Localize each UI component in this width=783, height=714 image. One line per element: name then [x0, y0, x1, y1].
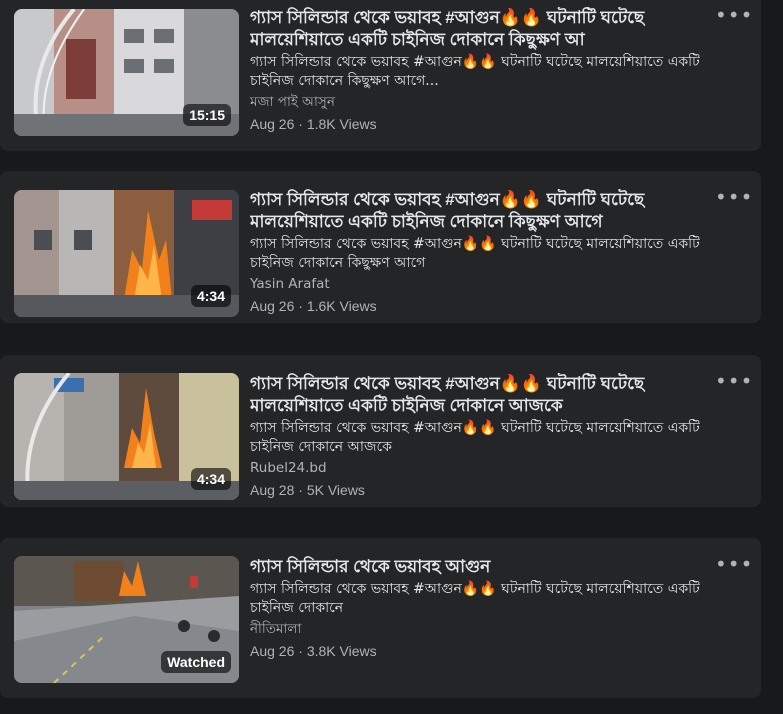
- upload-date: Aug 26: [250, 298, 295, 314]
- channel-name[interactable]: নীতিমালা: [250, 620, 710, 639]
- video-info: গ্যাস সিলিন্ডার থেকে ভয়াবহ #আগুন🔥🔥 ঘটনা…: [250, 365, 710, 500]
- view-count: 1.6K Views: [306, 298, 377, 314]
- view-count: 5K Views: [306, 482, 365, 498]
- video-card[interactable]: Watched গ্যাস সিলিন্ডার থেকে ভয়াবহ আগুন…: [0, 538, 761, 698]
- upload-date: Aug 28: [250, 482, 295, 498]
- view-count: 3.8K Views: [306, 643, 377, 659]
- video-description: গ্যাস সিলিন্ডার থেকে ভয়াবহ #আগুন🔥🔥 ঘটনা…: [250, 420, 700, 455]
- video-card[interactable]: 15:15 গ্যাস সিলিন্ডার থেকে ভয়াবহ #আগুন🔥…: [0, 0, 761, 151]
- video-thumbnail[interactable]: 4:34: [14, 373, 239, 500]
- video-meta: Aug 26 · 1.6K Views: [250, 296, 710, 316]
- video-meta: Aug 26 · 1.8K Views: [250, 114, 710, 134]
- video-title[interactable]: গ্যাস সিলিন্ডার থেকে ভয়াবহ #আগুন🔥🔥 ঘটনা…: [250, 7, 710, 51]
- video-meta: Aug 28 · 5K Views: [250, 480, 710, 500]
- video-info: গ্যাস সিলিন্ডার থেকে ভয়াবহ #আগুন🔥🔥 ঘটনা…: [250, 181, 710, 316]
- upload-date: Aug 26: [250, 643, 295, 659]
- video-duration-badge: 15:15: [183, 104, 231, 126]
- more-options-icon[interactable]: •••: [715, 187, 752, 211]
- view-count: 1.8K Views: [306, 116, 377, 132]
- watched-badge: Watched: [161, 651, 231, 673]
- more-options-icon[interactable]: •••: [715, 5, 752, 29]
- video-title[interactable]: গ্যাস সিলিন্ডার থেকে ভয়াবহ #আগুন🔥🔥 ঘটনা…: [250, 189, 710, 233]
- meta-separator: ·: [294, 298, 307, 314]
- video-thumbnail[interactable]: Watched: [14, 556, 239, 683]
- meta-separator: ·: [294, 643, 307, 659]
- meta-separator: ·: [294, 116, 307, 132]
- video-meta: Aug 26 · 3.8K Views: [250, 641, 710, 661]
- meta-separator: ·: [294, 482, 307, 498]
- more-options-icon[interactable]: •••: [715, 554, 752, 578]
- video-title[interactable]: গ্যাস সিলিন্ডার থেকে ভয়াবহ আগুন: [250, 556, 710, 578]
- channel-name[interactable]: Yasin Arafat: [250, 275, 710, 294]
- video-title[interactable]: গ্যাস সিলিন্ডার থেকে ভয়াবহ #আগুন🔥🔥 ঘটনা…: [250, 373, 710, 417]
- video-thumbnail[interactable]: 15:15: [14, 9, 239, 136]
- video-card[interactable]: 4:34 গ্যাস সিলিন্ডার থেকে ভয়াবহ #আগুন🔥🔥…: [0, 171, 761, 323]
- video-duration-badge: 4:34: [190, 468, 231, 490]
- more-options-icon[interactable]: •••: [715, 371, 752, 395]
- video-info: গ্যাস সিলিন্ডার থেকে ভয়াবহ #আগুন🔥🔥 ঘটনা…: [250, 0, 710, 134]
- video-description: গ্যাস সিলিন্ডার থেকে ভয়াবহ #আগুন🔥🔥 ঘটনা…: [250, 54, 700, 89]
- video-description: গ্যাস সিলিন্ডার থেকে ভয়াবহ #আগুন🔥🔥 ঘটনা…: [250, 581, 700, 616]
- video-duration-badge: 4:34: [190, 285, 231, 307]
- video-card[interactable]: 4:34 গ্যাস সিলিন্ডার থেকে ভয়াবহ #আগুন🔥🔥…: [0, 355, 761, 507]
- channel-name[interactable]: মজা পাই আসুন: [250, 93, 710, 112]
- channel-name[interactable]: Rubel24.bd: [250, 459, 710, 478]
- video-description: গ্যাস সিলিন্ডার থেকে ভয়াবহ #আগুন🔥🔥 ঘটনা…: [250, 236, 700, 271]
- upload-date: Aug 26: [250, 116, 295, 132]
- video-thumbnail[interactable]: 4:34: [14, 190, 239, 317]
- video-info: গ্যাস সিলিন্ডার থেকে ভয়াবহ আগুন গ্যাস স…: [250, 548, 710, 661]
